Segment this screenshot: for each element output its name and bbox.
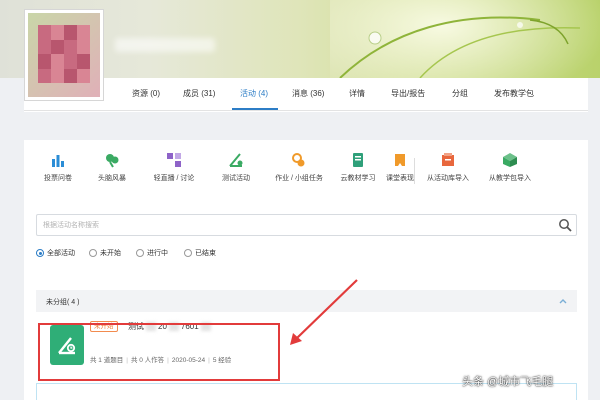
filter-not-started[interactable]: 未开始: [89, 248, 121, 258]
radio-in-progress[interactable]: [136, 249, 144, 257]
live-discussion-button[interactable]: 轻直播 / 讨论: [144, 152, 204, 183]
import-package-icon: [503, 153, 517, 167]
course-cover: [24, 9, 104, 101]
test-activity-icon: [50, 325, 84, 365]
brainstorm-icon: [106, 154, 119, 168]
banner-grass-decoration: [339, 16, 581, 78]
brainstorm-button[interactable]: 头脑风暴: [90, 152, 134, 183]
discussion-icon: [167, 153, 181, 167]
activity-search-input[interactable]: [37, 215, 547, 235]
vote-survey-button[interactable]: 投票问卷: [36, 152, 80, 183]
filter-in-progress[interactable]: 进行中: [136, 248, 168, 258]
homework-icon: [292, 153, 305, 167]
cloud-textbook-icon: [353, 153, 363, 167]
performance-icon: [395, 154, 405, 166]
tab-publish-package[interactable]: 发布教学包: [494, 88, 534, 99]
cover-mosaic: [38, 25, 90, 83]
chevron-up-icon[interactable]: [558, 296, 568, 306]
tab-messages[interactable]: 消息 (36): [292, 88, 324, 99]
homework-task-button[interactable]: 作业 / 小组任务: [266, 152, 332, 183]
tab-details[interactable]: 详情: [349, 88, 365, 99]
tab-activities[interactable]: 活动 (4): [240, 88, 268, 99]
section-gap: [24, 112, 588, 140]
course-app: 资源 (0) 成员 (31) 活动 (4) 消息 (36) 详情 导出/报告 分…: [24, 78, 588, 400]
course-tabs: 资源 (0) 成员 (31) 活动 (4) 消息 (36) 详情 导出/报告 分…: [24, 78, 588, 111]
filter-ended[interactable]: 已结束: [184, 248, 216, 258]
active-tab-indicator: [232, 108, 278, 110]
import-from-library-button[interactable]: 从活动库导入: [420, 152, 476, 183]
activity-toolbar: 投票问卷 头脑风暴 轻直播 / 讨论 测试活动 作业 / 小组任务 云教材学习 …: [36, 148, 576, 198]
test-activity-button[interactable]: 测试活动: [214, 152, 258, 183]
tab-groups[interactable]: 分组: [452, 88, 468, 99]
import-from-package-button[interactable]: 从教学包导入: [482, 152, 538, 183]
bar-chart-icon: [52, 155, 64, 167]
tab-members[interactable]: 成员 (31): [183, 88, 215, 99]
group-title: 未分组( 4 ): [46, 299, 80, 306]
activity-card[interactable]: 未开始 测试 20 7601 共 1 道题目 | 共 0 人作答 | 2020-05-24 |…: [38, 316, 275, 377]
activity-search: [36, 214, 577, 236]
radio-all[interactable]: [36, 249, 44, 257]
activity-title[interactable]: 测试 20 7601: [128, 321, 213, 332]
toolbar-divider: [414, 158, 415, 184]
filter-all[interactable]: 全部活动: [36, 248, 75, 258]
activity-meta: 共 1 道题目 | 共 0 人作答 | 2020-05-24 | 5 经验: [90, 357, 232, 364]
radio-not-started[interactable]: [89, 249, 97, 257]
group-header-ungrouped[interactable]: 未分组( 4 ): [36, 290, 577, 312]
activities-panel: 投票问卷 头脑风暴 轻直播 / 讨论 测试活动 作业 / 小组任务 云教材学习 …: [24, 140, 588, 400]
course-name-masked: [115, 38, 215, 52]
search-icon[interactable]: [558, 218, 572, 232]
tab-export-report[interactable]: 导出/报告: [391, 88, 425, 99]
test-icon: [229, 153, 243, 167]
radio-ended[interactable]: [184, 249, 192, 257]
import-library-icon: [442, 153, 454, 166]
status-badge: 未开始: [90, 321, 118, 332]
cloud-textbook-button[interactable]: 云教材学习: [336, 152, 380, 183]
watermark: 头条 @城市飞毛腿: [462, 376, 554, 388]
tab-resources[interactable]: 资源 (0): [132, 88, 160, 99]
class-performance-button[interactable]: 课堂表现: [382, 152, 418, 183]
